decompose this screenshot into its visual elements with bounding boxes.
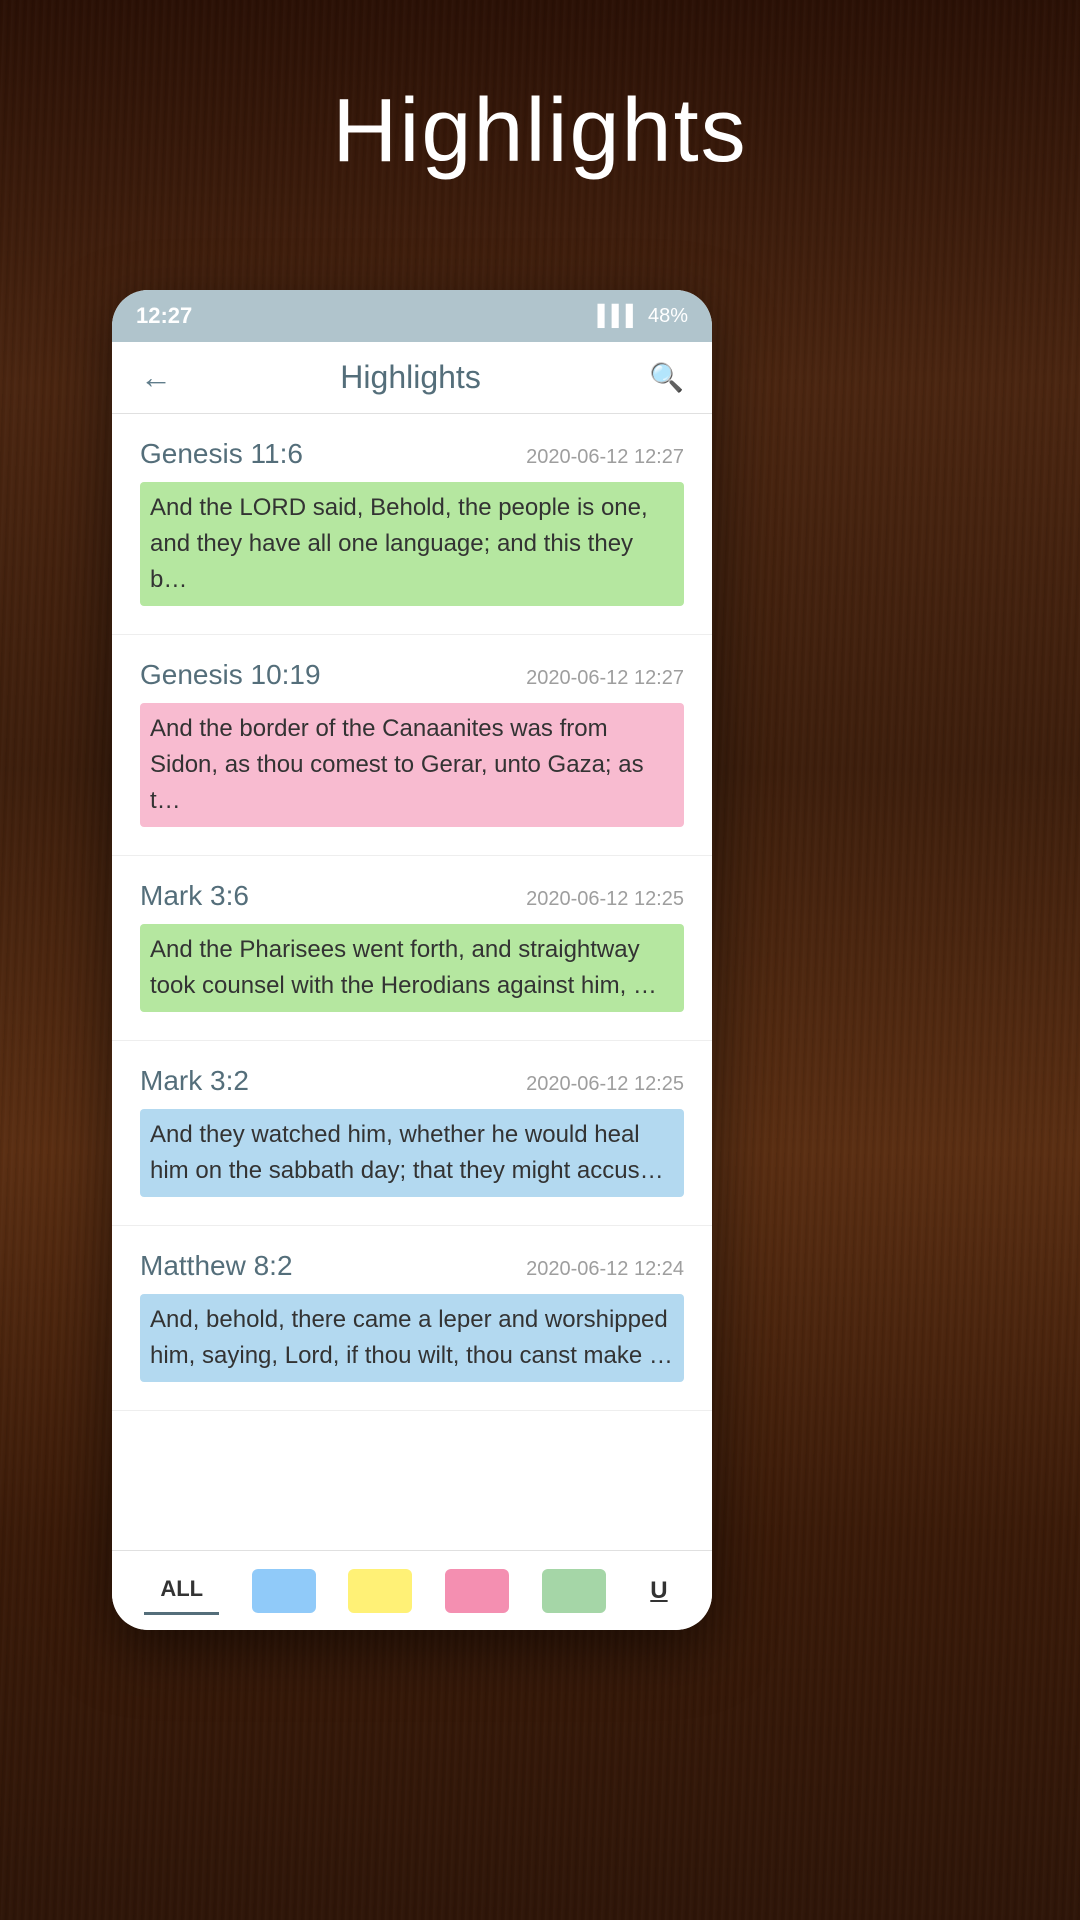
highlight-text: And they watched him, whether he would h…	[140, 1109, 684, 1197]
highlight-ref: Genesis 11:6	[140, 438, 303, 470]
highlight-meta: Matthew 8:2 2020-06-12 12:24	[140, 1250, 684, 1282]
status-battery: 48%	[648, 305, 688, 328]
highlight-item[interactable]: Mark 3:6 2020-06-12 12:25 And the Pharis…	[112, 856, 712, 1041]
filter-green-button[interactable]	[542, 1569, 606, 1613]
highlight-ref: Matthew 8:2	[140, 1250, 293, 1282]
highlight-date: 2020-06-12 12:27	[526, 446, 684, 469]
filter-blue-button[interactable]	[252, 1569, 316, 1613]
highlight-meta: Mark 3:2 2020-06-12 12:25	[140, 1065, 684, 1097]
status-bar: 12:27 ▌▌▌ 48%	[112, 290, 712, 342]
highlights-list: Genesis 11:6 2020-06-12 12:27 And the LO…	[112, 414, 712, 1550]
status-time: 12:27	[136, 303, 192, 329]
highlight-meta: Genesis 11:6 2020-06-12 12:27	[140, 438, 684, 470]
highlight-ref: Genesis 10:19	[140, 659, 321, 691]
highlight-date: 2020-06-12 12:25	[526, 888, 684, 911]
highlight-date: 2020-06-12 12:27	[526, 667, 684, 690]
filter-all-button[interactable]: ALL	[144, 1566, 219, 1615]
highlight-item[interactable]: Genesis 10:19 2020-06-12 12:27 And the b…	[112, 635, 712, 856]
highlight-ref: Mark 3:6	[140, 880, 249, 912]
highlight-text: And the border of the Canaanites was fro…	[140, 703, 684, 827]
highlight-text: And, behold, there came a leper and wors…	[140, 1294, 684, 1382]
search-button[interactable]: 🔍	[641, 353, 692, 402]
status-icons: ▌▌▌ 48%	[597, 305, 688, 328]
highlight-meta: Mark 3:6 2020-06-12 12:25	[140, 880, 684, 912]
highlight-date: 2020-06-12 12:25	[526, 1073, 684, 1096]
filter-pink-button[interactable]	[445, 1569, 509, 1613]
filter-bar: ALL U	[112, 1550, 712, 1630]
highlight-date: 2020-06-12 12:24	[526, 1258, 684, 1281]
filter-underline-button[interactable]: U	[638, 1567, 679, 1615]
page-title: Highlights	[0, 80, 1080, 183]
highlight-item[interactable]: Matthew 8:2 2020-06-12 12:24 And, behold…	[112, 1226, 712, 1411]
phone-frame: 12:27 ▌▌▌ 48% ← Highlights 🔍 Genesis 11:…	[112, 290, 712, 1630]
highlight-text: And the Pharisees went forth, and straig…	[140, 924, 684, 1012]
highlight-text: And the LORD said, Behold, the people is…	[140, 482, 684, 606]
app-header: ← Highlights 🔍	[112, 342, 712, 414]
highlight-ref: Mark 3:2	[140, 1065, 249, 1097]
highlight-meta: Genesis 10:19 2020-06-12 12:27	[140, 659, 684, 691]
filter-yellow-button[interactable]	[348, 1569, 412, 1613]
page-title-section: Highlights	[0, 80, 1080, 183]
back-button[interactable]: ←	[132, 351, 180, 404]
header-title: Highlights	[340, 359, 481, 396]
status-signal: ▌▌▌	[597, 305, 640, 328]
highlight-item[interactable]: Genesis 11:6 2020-06-12 12:27 And the LO…	[112, 414, 712, 635]
highlight-item[interactable]: Mark 3:2 2020-06-12 12:25 And they watch…	[112, 1041, 712, 1226]
